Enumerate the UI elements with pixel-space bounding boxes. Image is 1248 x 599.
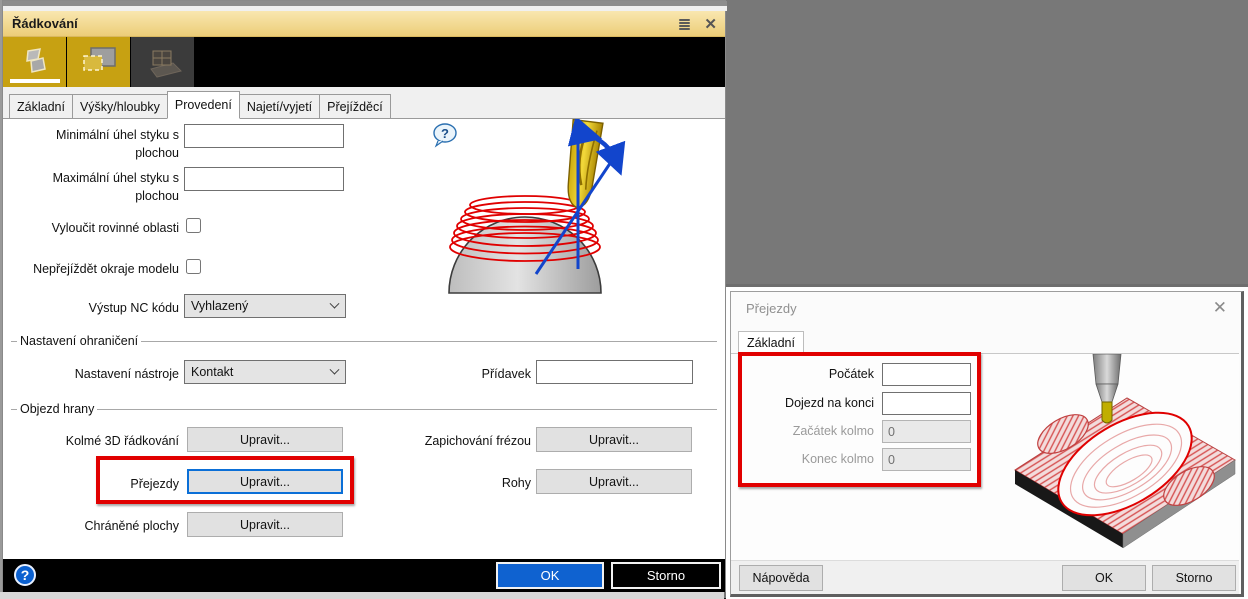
tab-vysky-hloubky[interactable]: Výšky/hloubky [72, 94, 168, 118]
cad-workspace-background [726, 0, 1248, 287]
links-help-button[interactable]: Nápověda [739, 565, 823, 591]
allowance-input[interactable] [536, 360, 693, 384]
links-tabstrip: Základní [731, 332, 1239, 354]
toolpath-preview-image [1011, 354, 1241, 550]
end-perpendicular-label: Konec kolmo [741, 452, 874, 466]
start-perpendicular-label: Začátek kolmo [741, 424, 874, 438]
toolbar-boundary-button[interactable] [67, 37, 131, 87]
min-angle-label: Minimální úhel styku s plochou [9, 126, 179, 162]
start-perpendicular-input [882, 420, 971, 443]
fixture-grid-icon [143, 45, 183, 79]
dialog-menu-icon[interactable] [679, 19, 690, 30]
nc-output-value: Vyhlazený [191, 299, 248, 313]
contact-angle-illustration [435, 119, 717, 301]
tab-provedeni[interactable]: Provedení [167, 91, 240, 119]
end-extension-label: Dojezd na konci [741, 396, 874, 410]
links-dialog-footer: Nápověda OK Storno [731, 560, 1239, 594]
boundary-group-divider: Nastavení ohraničení [11, 334, 717, 348]
protected-edit-button[interactable]: Upravit... [187, 512, 343, 537]
tool-setting-value: Kontakt [191, 365, 233, 379]
tab-zakladni[interactable]: Základní [9, 94, 73, 118]
corners-edit-button[interactable]: Upravit... [536, 469, 692, 494]
active-tool-underline [10, 79, 60, 83]
max-angle-input[interactable] [184, 167, 344, 191]
links-ok-button[interactable]: OK [1062, 565, 1146, 591]
cancel-button[interactable]: Storno [611, 562, 721, 589]
no-cross-edges-checkbox[interactable] [186, 259, 201, 274]
links-edit-button[interactable]: Upravit... [187, 469, 343, 494]
links-label: Přejezdy [9, 475, 179, 493]
provedeni-form: Minimální úhel styku s plochou Maximální… [3, 119, 725, 559]
ok-button[interactable]: OK [496, 562, 604, 589]
plunge-label: Zapichování frézou [403, 432, 531, 450]
dialog-title: Řádkování [3, 16, 78, 31]
corners-label: Rohy [443, 474, 531, 492]
tool-setting-dropdown[interactable]: Kontakt [184, 360, 346, 384]
help-icon[interactable]: ? [14, 564, 36, 586]
dialog-titlebar[interactable]: Řádkování ✕ [3, 11, 725, 37]
protected-label: Chráněné plochy [9, 517, 179, 535]
exclude-flat-label: Vyloučit rovinné oblasti [9, 219, 179, 237]
perpendicular-label: Kolmé 3D řádkování [9, 432, 179, 450]
start-input[interactable] [882, 363, 971, 386]
toolbar-fixture-button[interactable] [131, 37, 195, 87]
max-angle-label: Maximální úhel styku s plochou [9, 169, 179, 205]
toolbar-surfaces-button[interactable] [3, 37, 67, 87]
links-close-icon[interactable]: ✕ [1213, 299, 1227, 316]
nc-output-dropdown[interactable]: Vyhlazený [184, 294, 346, 318]
raster-dialog: Řádkování ✕ [2, 0, 726, 592]
window-bottom-strip [0, 592, 724, 599]
tool-setting-label: Nastavení nástroje [9, 365, 179, 383]
links-dialog: Přejezdy ✕ Základní Počátek Dojezd na ko… [730, 291, 1244, 597]
chevron-down-icon [330, 364, 340, 374]
min-angle-input[interactable] [184, 124, 344, 148]
links-dialog-body: Počátek Dojezd na konci Začátek kolmo Ko… [731, 354, 1239, 560]
plunge-edit-button[interactable]: Upravit... [536, 427, 692, 452]
perpendicular-edit-button[interactable]: Upravit... [187, 427, 343, 452]
end-extension-input[interactable] [882, 392, 971, 415]
boundary-selection-icon [79, 44, 119, 80]
links-dialog-title: Přejezdy [746, 301, 797, 316]
boundary-group-label: Nastavení ohraničení [17, 334, 141, 348]
tab-prejizdeci[interactable]: Přejížděcí [319, 94, 391, 118]
surfaces-icon [18, 45, 52, 79]
exclude-flat-checkbox[interactable] [186, 218, 201, 233]
edge-group-divider: Objezd hrany [11, 402, 717, 416]
close-icon[interactable]: ✕ [704, 17, 717, 32]
dialog-footer: ? OK Storno [3, 559, 725, 592]
dialog-tabbar: Základní Výšky/hloubky Provedení Najetí/… [3, 87, 725, 119]
start-label: Počátek [741, 367, 874, 381]
edge-group-label: Objezd hrany [17, 402, 97, 416]
end-perpendicular-input [882, 448, 971, 471]
nc-output-label: Výstup NC kódu [9, 299, 179, 317]
allowance-label: Přídavek [423, 365, 531, 383]
dialog-toolbar [3, 37, 725, 87]
links-tab-zakladni[interactable]: Základní [738, 331, 804, 354]
chevron-down-icon [330, 298, 340, 308]
links-cancel-button[interactable]: Storno [1152, 565, 1236, 591]
tab-najeti-vyjeti[interactable]: Najetí/vyjetí [239, 94, 320, 118]
no-cross-edges-label: Nepřejíždět okraje modelu [9, 260, 179, 278]
screenshot-root: Řádkování ✕ [0, 0, 1248, 599]
